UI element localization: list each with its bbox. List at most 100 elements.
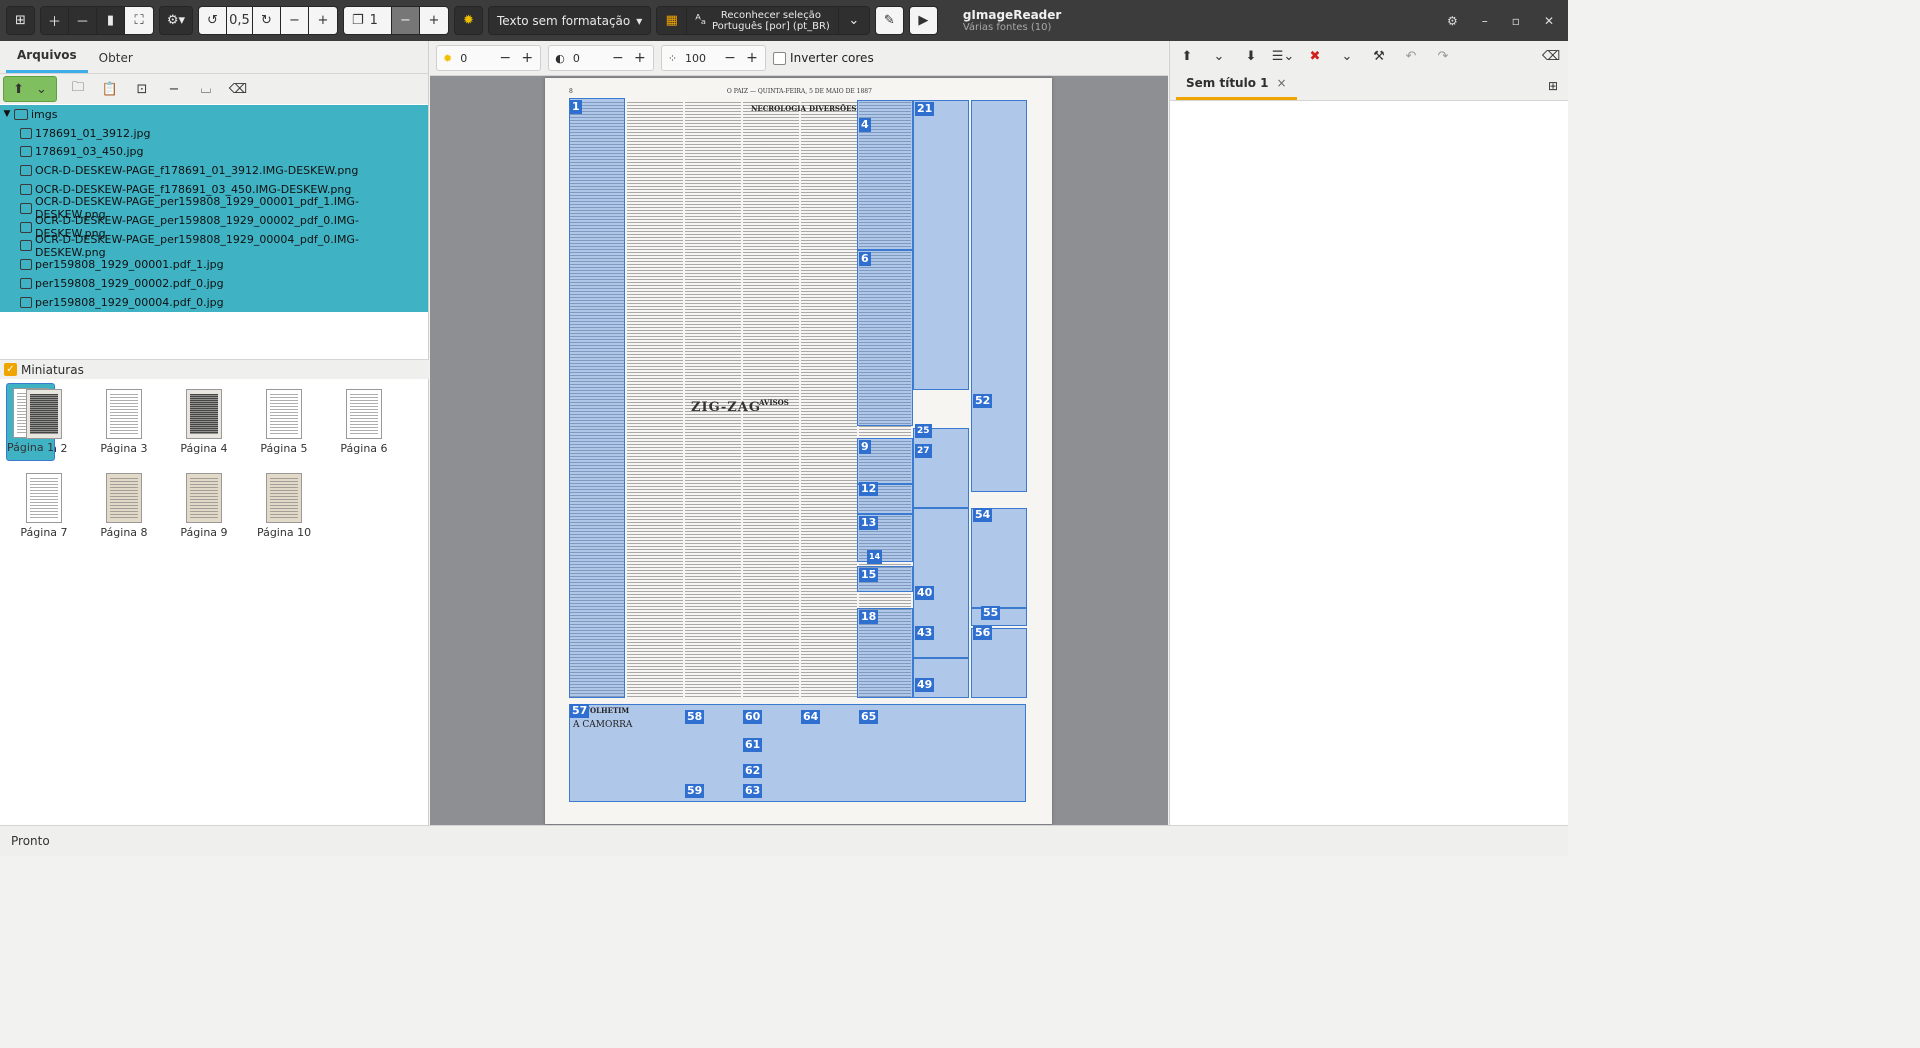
ocr-region[interactable] bbox=[971, 100, 1027, 492]
invert-colors-toggle[interactable]: Inverter cores bbox=[773, 51, 874, 65]
thumbnails-checkbox[interactable]: ✓ bbox=[4, 363, 17, 376]
ocr-region[interactable] bbox=[569, 98, 625, 698]
redo-button[interactable]: ↷ bbox=[1434, 45, 1452, 67]
filter-dropdown[interactable]: ⌄ bbox=[1338, 45, 1356, 67]
plus-icon[interactable]: + bbox=[633, 50, 647, 66]
rotation-value[interactable]: 0,5 bbox=[227, 7, 253, 34]
page-header-text: O PAIZ — QUINTA-FEIRA, 5 DE MAIO DE 1887 bbox=[726, 88, 872, 95]
tree-folder[interactable]: ▼ imgs bbox=[0, 105, 428, 124]
output-text-area[interactable] bbox=[1170, 101, 1568, 801]
tree-file[interactable]: 178691_03_450.jpg bbox=[0, 142, 428, 162]
thumbnail[interactable]: Página 7 bbox=[6, 467, 82, 545]
resolution-value: 100 bbox=[685, 51, 707, 65]
recognize-selection-button[interactable]: ᴬₐ Reconhecer seleção Português [por] (p… bbox=[687, 7, 839, 34]
filter-button[interactable]: ✖ bbox=[1306, 45, 1324, 67]
filter-icon: ✖ bbox=[1309, 48, 1321, 64]
tree-file[interactable]: 178691_01_3912.jpg bbox=[0, 123, 428, 143]
region-label: 49 bbox=[915, 678, 935, 692]
image-controls-button[interactable]: ✹ bbox=[454, 6, 483, 35]
ocr-region[interactable] bbox=[913, 428, 969, 508]
batch-process-button[interactable]: ▶ bbox=[908, 6, 938, 35]
page-field[interactable]: ❐ 1 bbox=[344, 7, 392, 34]
rotation-increase-button[interactable]: + bbox=[309, 7, 337, 34]
add-sources-button[interactable]: ⬆ ⌄ bbox=[3, 76, 57, 102]
column-title: NECROLOGIA bbox=[751, 104, 806, 113]
add-image-button[interactable]: ⊞ bbox=[6, 6, 35, 35]
brightness-spinner[interactable]: ✹ 0 − + bbox=[436, 45, 542, 71]
plus-icon[interactable]: + bbox=[520, 50, 534, 66]
screenshot-button[interactable]: ⊡ bbox=[131, 78, 153, 100]
ocr-region[interactable] bbox=[857, 250, 913, 426]
zoom-fit-icon: ⛶ bbox=[134, 13, 144, 28]
save-output-button[interactable]: ⬇ bbox=[1242, 45, 1260, 67]
thumbnail[interactable]: Página 8 bbox=[86, 467, 162, 545]
thumbnail[interactable]: Página 4 bbox=[166, 383, 242, 461]
tree-file[interactable]: OCR-D-DESKEW-PAGE_f178691_01_3912.IMG-DE… bbox=[0, 161, 428, 181]
folder-icon bbox=[14, 108, 28, 120]
zoom-fit-button[interactable]: ⛶ bbox=[125, 7, 153, 34]
upload-icon: ⬆ bbox=[13, 81, 24, 97]
rotation-decrease-button[interactable]: − bbox=[281, 7, 309, 34]
autodetect-layout-button[interactable]: ⚙▾ bbox=[159, 6, 193, 35]
tree-file[interactable]: per159808_1929_00004.pdf_0.jpg bbox=[0, 292, 428, 312]
zoom-in-button[interactable]: ＋ bbox=[41, 7, 69, 34]
file-name: OCR-D-DESKEW-PAGE_f178691_03_450.IMG-DES… bbox=[35, 183, 352, 197]
zoom-out-button[interactable]: － bbox=[69, 7, 97, 34]
edit-output-button[interactable]: ✎ bbox=[874, 6, 904, 35]
open-output-dropdown[interactable]: ⌄ bbox=[1210, 45, 1228, 67]
rotate-right-button[interactable]: ↻ bbox=[253, 7, 281, 34]
upload-icon: ⬆ bbox=[1181, 48, 1193, 64]
page-decrease-button[interactable]: − bbox=[392, 7, 420, 34]
recognize-label: Reconhecer seleção bbox=[720, 9, 821, 21]
document-page[interactable]: 8 O PAIZ — QUINTA-FEIRA, 5 DE MAIO DE 18… bbox=[545, 78, 1052, 824]
clear-sources-button[interactable]: ⌫ bbox=[227, 78, 249, 100]
maximize-icon[interactable]: ▫ bbox=[1512, 14, 1520, 28]
paste-button[interactable]: 📋 bbox=[99, 78, 121, 100]
recognize-dropdown-button[interactable]: ⌄ bbox=[838, 7, 869, 34]
close-icon[interactable]: ✕ bbox=[1544, 14, 1554, 28]
tree-file[interactable]: OCR-D-DESKEW-PAGE_per159808_1929_00004_p… bbox=[0, 233, 428, 259]
status-text: Pronto bbox=[11, 834, 50, 848]
invert-checkbox[interactable] bbox=[773, 51, 787, 65]
thumbnail[interactable]: Página 6 bbox=[326, 383, 402, 461]
minus-icon[interactable]: − bbox=[611, 50, 625, 66]
delete-source-button[interactable]: ⌴ bbox=[195, 78, 217, 100]
thumbnail[interactable]: Página 5 bbox=[246, 383, 322, 461]
minus-icon[interactable]: − bbox=[498, 50, 512, 66]
tab-untitled-document[interactable]: Sem título 1 × bbox=[1176, 76, 1297, 100]
tab-files[interactable]: Arquivos bbox=[6, 48, 88, 73]
menu-icon[interactable]: ⚙ bbox=[1447, 14, 1458, 28]
ocr-region[interactable] bbox=[569, 704, 1026, 802]
ocr-region[interactable] bbox=[913, 100, 969, 390]
tree-file[interactable]: per159808_1929_00002.pdf_0.jpg bbox=[0, 274, 428, 293]
region-label: 63 bbox=[743, 784, 763, 798]
new-document-icon[interactable]: ⊞ bbox=[1548, 79, 1558, 93]
minus-icon[interactable]: − bbox=[723, 50, 737, 66]
remove-source-button[interactable]: − bbox=[163, 78, 185, 100]
tools-button[interactable]: ⚒ bbox=[1370, 45, 1388, 67]
open-output-button[interactable]: ⬆ bbox=[1178, 45, 1196, 67]
open-folder-button[interactable]: 🗀 bbox=[67, 78, 89, 100]
sources-panel: Arquivos Obter ⬆ ⌄ 🗀 📋 ⊡ − ⌴ ⌫ ▼ imgs 178… bbox=[0, 41, 429, 825]
minimize-icon[interactable]: – bbox=[1482, 14, 1488, 28]
resolution-spinner[interactable]: ⁘ 100 − + bbox=[660, 45, 767, 71]
invert-label: Inverter cores bbox=[790, 51, 874, 65]
clear-output-button[interactable]: ⌫ bbox=[1542, 45, 1560, 67]
contrast-spinner[interactable]: ◐ 0 − + bbox=[548, 45, 654, 71]
thumbnail[interactable]: Página 3 bbox=[86, 383, 162, 461]
undo-button[interactable]: ↶ bbox=[1402, 45, 1420, 67]
output-mode-dropdown[interactable]: Texto sem formatação ▾ bbox=[488, 6, 652, 35]
append-mode-button[interactable]: ☰⌄ bbox=[1272, 45, 1295, 67]
region-label: 25 bbox=[915, 424, 932, 438]
recognize-icon-button[interactable]: ▦ bbox=[657, 7, 688, 34]
thumbnail[interactable]: Página 9 bbox=[166, 467, 242, 545]
thumbnail[interactable]: Página 10 bbox=[246, 467, 322, 545]
plus-icon[interactable]: + bbox=[745, 50, 759, 66]
rotate-left-button[interactable]: ↺ bbox=[199, 7, 227, 34]
tab-acquire[interactable]: Obter bbox=[88, 51, 144, 73]
zoom-original-button[interactable]: ▮ bbox=[97, 7, 125, 34]
ocr-region[interactable] bbox=[971, 508, 1027, 608]
expand-arrow-icon[interactable]: ▼ bbox=[0, 109, 14, 119]
page-increase-button[interactable]: + bbox=[420, 7, 448, 34]
close-tab-icon[interactable]: × bbox=[1276, 76, 1286, 90]
